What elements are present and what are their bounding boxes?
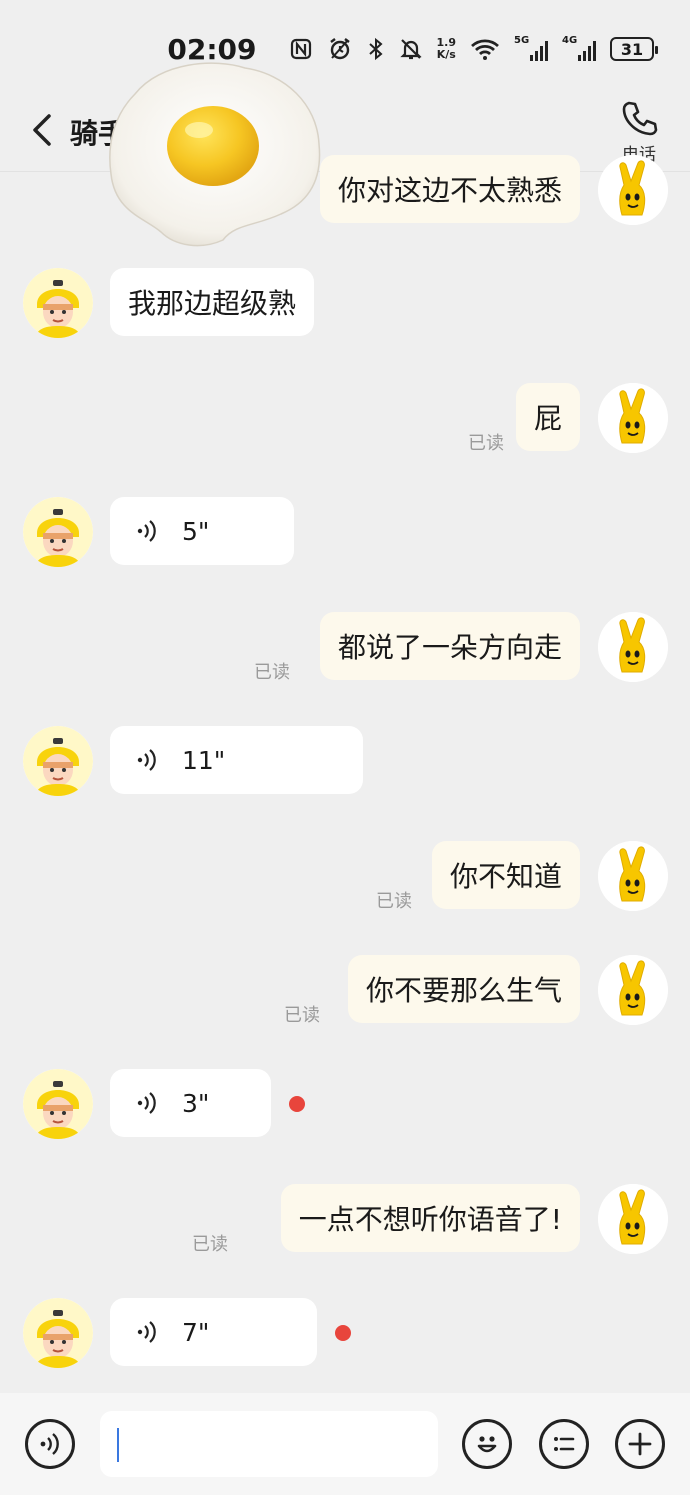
message-text: 你不知道 <box>449 860 562 893</box>
incoming-voice-bubble[interactable]: 5" <box>110 497 294 565</box>
outgoing-text-bubble[interactable]: 你不要那么生气 <box>347 955 580 1023</box>
phone-icon <box>622 101 658 136</box>
message-input[interactable] <box>100 1411 438 1477</box>
voice-duration: 11" <box>182 745 226 775</box>
outgoing-text-bubble[interactable]: 你不知道 <box>431 841 580 909</box>
message-text: 都说了一朵方向走 <box>337 631 562 664</box>
alarm-icon <box>327 34 353 64</box>
my-avatar[interactable] <box>598 955 668 1025</box>
wifi-icon <box>470 34 500 64</box>
my-avatar[interactable] <box>598 841 668 911</box>
network-speed: 1.9 K/s <box>436 36 457 61</box>
emoji-icon <box>477 1436 497 1453</box>
signal-5g-icon: 5G <box>514 35 548 61</box>
message-text: 屁 <box>533 402 562 435</box>
add-button[interactable] <box>615 1419 665 1469</box>
outgoing-text-bubble[interactable]: 你对这边不太熟悉 <box>319 155 580 223</box>
outgoing-text-bubble[interactable]: 一点不想听你语音了! <box>280 1184 580 1252</box>
rider-avatar[interactable] <box>23 268 93 338</box>
outgoing-text-bubble[interactable]: 都说了一朵方向走 <box>319 612 580 680</box>
outgoing-text-bubble[interactable]: 屁 <box>515 383 580 451</box>
voice-duration: 3" <box>182 1088 210 1118</box>
back-button[interactable] <box>22 110 62 150</box>
incoming-voice-bubble[interactable]: 11" <box>110 726 363 794</box>
my-avatar[interactable] <box>598 155 668 225</box>
add-icon <box>628 1432 652 1456</box>
mute-icon <box>399 34 423 64</box>
battery-icon: 31 <box>610 37 658 61</box>
incoming-voice-bubble[interactable]: 7" <box>110 1298 317 1366</box>
voice-input-button[interactable] <box>25 1419 75 1469</box>
read-receipt: 已读 <box>376 891 412 912</box>
fried-egg-sticker <box>109 62 321 247</box>
read-receipt: 已读 <box>468 433 504 454</box>
read-receipt: 已读 <box>192 1234 228 1255</box>
voice-wave-icon <box>137 1092 156 1114</box>
my-avatar[interactable] <box>598 1184 668 1254</box>
rider-avatar[interactable] <box>23 726 93 796</box>
rider-avatar[interactable] <box>23 1298 93 1368</box>
read-receipt: 已读 <box>254 662 290 683</box>
bluetooth-icon <box>367 34 385 64</box>
my-avatar[interactable] <box>598 612 668 682</box>
voice-wave-icon <box>137 1321 156 1343</box>
unread-dot <box>335 1325 351 1341</box>
signal-4g-icon: 4G <box>562 35 596 61</box>
chevron-left-icon <box>33 114 51 146</box>
voice-duration: 5" <box>182 516 210 546</box>
incoming-voice-bubble[interactable]: 3" <box>110 1069 271 1137</box>
voice-input-icon <box>40 1433 59 1455</box>
voice-wave-icon <box>137 520 156 542</box>
rider-avatar[interactable] <box>23 1069 93 1139</box>
message-text: 你对这边不太熟悉 <box>337 174 562 207</box>
rider-avatar[interactable] <box>23 497 93 567</box>
emoji-button[interactable] <box>462 1419 512 1469</box>
quick-reply-icon <box>554 1437 575 1451</box>
battery-level: 31 <box>620 39 644 59</box>
incoming-text-bubble[interactable]: 我那边超级熟 <box>110 268 315 336</box>
message-text: 我那边超级熟 <box>128 287 297 320</box>
message-text: 你不要那么生气 <box>365 974 562 1007</box>
quick-reply-button[interactable] <box>539 1419 589 1469</box>
input-bar <box>0 1393 690 1495</box>
unread-dot <box>289 1096 305 1112</box>
my-avatar[interactable] <box>598 383 668 453</box>
voice-duration: 7" <box>182 1317 210 1347</box>
message-text: 一点不想听你语音了! <box>298 1203 562 1236</box>
status-bar: 02:09 1.9 K/s 5G 4G 31 <box>0 0 690 98</box>
voice-wave-icon <box>137 749 156 771</box>
read-receipt: 已读 <box>284 1005 320 1026</box>
text-caret <box>117 1428 119 1462</box>
